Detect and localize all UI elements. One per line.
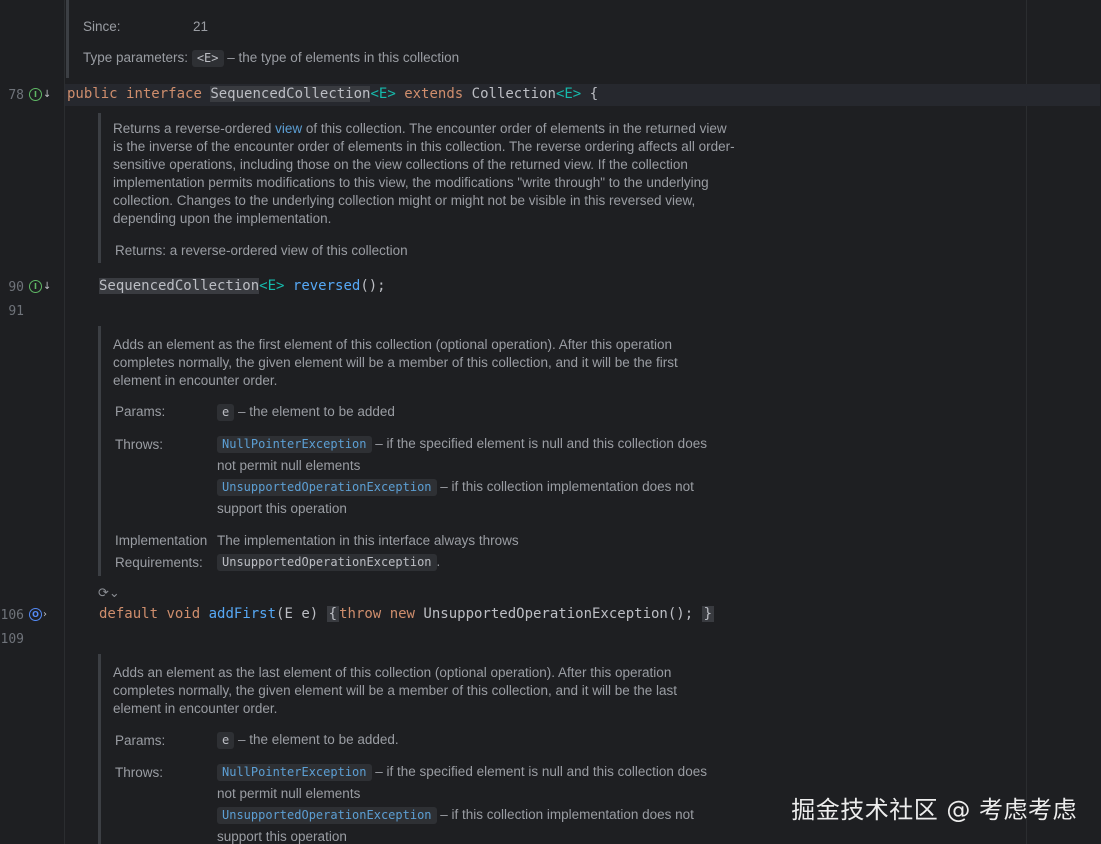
addfirst-method[interactable]: default void addFirst(E e) {throw new Un… bbox=[99, 606, 715, 622]
params-label: Params: bbox=[115, 733, 166, 748]
type-parameter: <E> bbox=[259, 278, 285, 294]
keyword-interface: interface bbox=[126, 86, 202, 102]
param-row: e – the element to be added. bbox=[217, 732, 399, 749]
period: . bbox=[436, 554, 441, 569]
line-number: 91 bbox=[8, 304, 24, 319]
throw-desc-cont: not permit null elements bbox=[217, 458, 361, 473]
doc-comment-bar bbox=[98, 113, 101, 263]
addfirst-summary: Adds an element as the first element of … bbox=[113, 337, 678, 388]
doc-comment-bar bbox=[98, 326, 101, 576]
since-label: Since: bbox=[83, 19, 121, 34]
open-brace: { bbox=[589, 86, 599, 102]
watermark: 掘金技术社区 @ 考虑考虑 bbox=[791, 796, 1077, 824]
param-name: e) bbox=[301, 606, 319, 622]
throws-label: Throws: bbox=[115, 437, 164, 452]
exception-call[interactable]: UnsupportedOperationException(); bbox=[423, 606, 693, 622]
keyword-default: default bbox=[99, 606, 159, 622]
exception-link[interactable]: NullPointerException bbox=[217, 764, 372, 781]
implemented-by-icon[interactable]: I ↓ bbox=[29, 280, 51, 293]
params-label: Params: bbox=[115, 404, 166, 419]
param-tag: e bbox=[217, 732, 235, 749]
type-param-tag: <E> bbox=[191, 50, 224, 67]
line-number: 78 bbox=[8, 88, 24, 103]
method-name[interactable]: reversed bbox=[293, 278, 360, 294]
keyword-void: void bbox=[166, 606, 201, 622]
impl-text: The implementation in this interface alw… bbox=[217, 533, 519, 548]
code-vision-icon[interactable]: ⟳⌄ bbox=[98, 586, 120, 601]
doc-text: Returns a reverse-ordered bbox=[113, 121, 276, 136]
throw-desc-cont: not permit null elements bbox=[217, 786, 361, 801]
line-number: 106 bbox=[0, 608, 24, 623]
throw-desc: – if the specified element is null and t… bbox=[375, 436, 707, 451]
param-type: E bbox=[284, 606, 293, 622]
param-row: e – the element to be added bbox=[217, 404, 395, 421]
exception-link[interactable]: UnsupportedOperationException bbox=[217, 479, 437, 496]
line-number: 109 bbox=[0, 632, 24, 647]
throw-row: UnsupportedOperationException – if this … bbox=[217, 479, 694, 496]
type-params-label: Type parameters: bbox=[83, 50, 189, 65]
throw-desc-cont: support this operation bbox=[217, 501, 347, 516]
overridden-method-icon[interactable]: O › bbox=[29, 608, 47, 621]
param-desc: – the element to be added. bbox=[238, 732, 399, 747]
method-parens: (); bbox=[360, 278, 386, 294]
interface-declaration[interactable]: public interface SequencedCollection<E> … bbox=[67, 86, 598, 102]
return-type[interactable]: SequencedCollection bbox=[99, 278, 260, 294]
type-parameter: <E> bbox=[370, 86, 396, 102]
editor-gutter bbox=[0, 0, 64, 844]
impl-exception-tag: UnsupportedOperationException bbox=[217, 554, 437, 571]
keyword-extends: extends bbox=[404, 86, 464, 102]
impl-label: Implementation bbox=[115, 533, 208, 548]
reversed-doc-text: Returns a reverse-ordered view of this c… bbox=[113, 120, 738, 228]
doc-link-view[interactable]: view bbox=[275, 121, 302, 136]
keyword-throw: throw bbox=[339, 606, 382, 622]
gutter-separator bbox=[64, 0, 65, 844]
param-tag: e bbox=[217, 404, 235, 421]
since-value: 21 bbox=[193, 19, 209, 34]
interface-name[interactable]: SequencedCollection bbox=[210, 86, 371, 102]
throw-desc-cont: support this operation bbox=[217, 829, 347, 844]
throws-label: Throws: bbox=[115, 765, 164, 780]
returns-text: Returns: a reverse-ordered view of this … bbox=[115, 243, 408, 258]
reversed-method[interactable]: SequencedCollection<E> reversed(); bbox=[99, 278, 386, 294]
right-margin-guide bbox=[1026, 0, 1027, 844]
parent-type-parameter: <E> bbox=[555, 86, 582, 102]
doc-comment-bar bbox=[98, 654, 101, 844]
throw-row: UnsupportedOperationException – if this … bbox=[217, 807, 694, 824]
throw-desc: – if this collection implementation does… bbox=[440, 807, 694, 822]
throw-desc: – if the specified element is null and t… bbox=[375, 764, 707, 779]
exception-link[interactable]: NullPointerException bbox=[217, 436, 372, 453]
impl-label-2: Requirements: bbox=[115, 555, 203, 570]
keyword-new: new bbox=[389, 606, 415, 622]
folded-brace-open[interactable]: { bbox=[326, 606, 340, 622]
exception-link[interactable]: UnsupportedOperationException bbox=[217, 807, 437, 824]
impl-row: UnsupportedOperationException. bbox=[217, 554, 440, 571]
throw-row: NullPointerException – if the specified … bbox=[217, 436, 707, 453]
type-param-desc: – the type of elements in this collectio… bbox=[227, 50, 460, 65]
type-params-row: Type parameters: <E> – the type of eleme… bbox=[83, 50, 459, 67]
param-desc: – the element to be added bbox=[238, 404, 395, 419]
doc-comment-bar bbox=[66, 0, 69, 78]
method-name[interactable]: addFirst bbox=[209, 606, 276, 622]
doc-text: of this collection. The encounter order … bbox=[113, 121, 735, 226]
addlast-summary: Adds an element as the last element of t… bbox=[113, 665, 678, 716]
folded-brace-close[interactable]: } bbox=[701, 606, 715, 622]
parent-interface[interactable]: Collection bbox=[472, 86, 556, 102]
implemented-by-icon[interactable]: I ↓ bbox=[29, 88, 51, 101]
line-number: 90 bbox=[8, 280, 24, 295]
throw-desc: – if this collection implementation does… bbox=[440, 479, 694, 494]
keyword-public: public bbox=[67, 86, 118, 102]
throw-row: NullPointerException – if the specified … bbox=[217, 764, 707, 781]
